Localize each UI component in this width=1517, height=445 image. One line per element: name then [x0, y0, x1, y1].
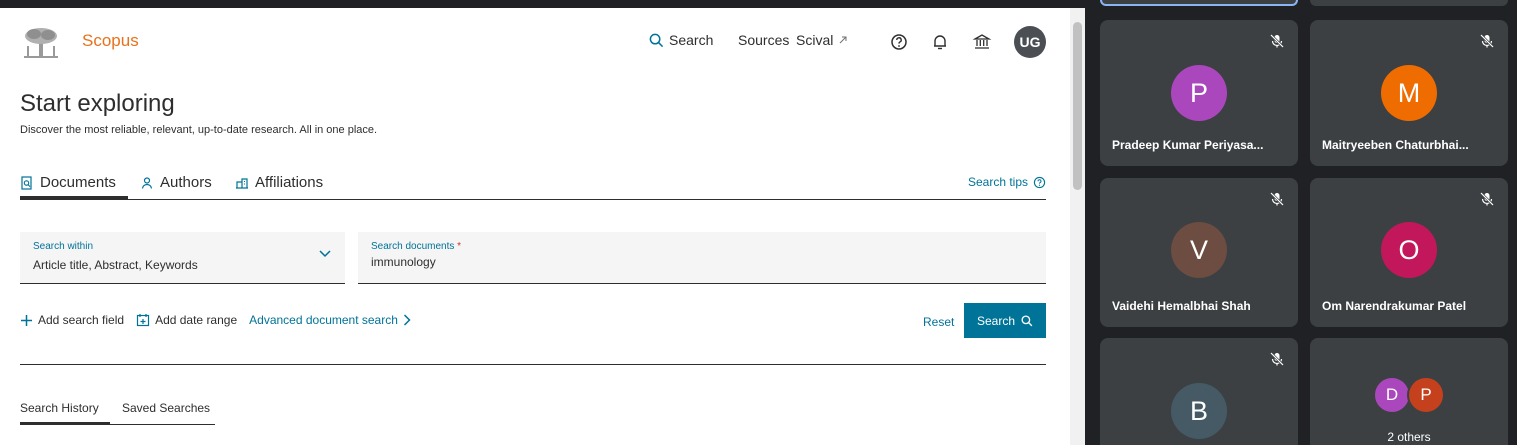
active-history-tab-indicator	[20, 422, 110, 424]
bell-icon[interactable]	[930, 32, 950, 52]
add-date-range-label: Add date range	[155, 313, 238, 327]
elsevier-tree-logo[interactable]	[20, 26, 62, 62]
search-within-select[interactable]: Search within Article title, Abstract, K…	[20, 232, 345, 284]
nav-search[interactable]: Search	[649, 32, 713, 48]
participant-tile[interactable]: B	[1100, 338, 1298, 445]
institution-icon[interactable]	[972, 32, 992, 52]
others-count-label: 2 others	[1387, 430, 1431, 444]
mic-off-icon	[1270, 192, 1284, 206]
search-documents-input[interactable]: Search documents * immunology	[358, 232, 1046, 284]
participant-tile[interactable]: P Pradeep Kumar Periyasa...	[1100, 20, 1298, 166]
active-tab-indicator	[20, 196, 128, 199]
person-icon	[141, 176, 153, 189]
participant-tile[interactable]: O Om Narendrakumar Patel	[1310, 178, 1508, 327]
mic-off-icon	[1270, 34, 1284, 48]
help-circle-icon	[1033, 176, 1046, 188]
tab-search-history[interactable]: Search History	[20, 401, 99, 415]
participant-avatar: P	[1171, 65, 1227, 121]
search-icon	[1021, 314, 1033, 326]
search-tips-link[interactable]: Search tips	[968, 175, 1046, 189]
chevron-down-icon	[319, 250, 331, 258]
scrollbar-thumb[interactable]	[1073, 22, 1082, 190]
search-actions: Add search field Add date range Advanced…	[20, 313, 423, 327]
tab-affiliations-label: Affiliations	[255, 174, 324, 191]
external-link-icon	[840, 36, 847, 44]
building-icon	[236, 177, 248, 189]
search-documents-label-text: Search documents	[371, 241, 455, 252]
search-documents-value[interactable]: immunology	[371, 255, 436, 269]
participant-tile[interactable]: M Maitryeeben Chaturbhai...	[1310, 20, 1508, 166]
user-avatar[interactable]: UG	[1014, 26, 1046, 58]
participant-name: Pradeep Kumar Periyasa...	[1112, 138, 1264, 152]
other-participant-avatar: D	[1373, 376, 1411, 414]
participant-avatar: O	[1381, 222, 1437, 278]
advanced-search-label: Advanced document search	[249, 313, 398, 327]
page-title: Start exploring	[20, 90, 175, 117]
participant-tile-partial	[1310, 0, 1508, 6]
mic-off-icon	[1480, 34, 1494, 48]
tab-authors[interactable]: Authors	[140, 174, 212, 191]
tab-authors-label: Authors	[160, 174, 212, 191]
nav-sources-label: Sources	[738, 32, 790, 48]
mic-off-icon	[1270, 352, 1284, 366]
search-icon	[649, 33, 664, 47]
search-documents-label: Search documents *	[371, 241, 461, 252]
chevron-right-icon	[403, 314, 411, 326]
section-divider	[20, 364, 1046, 365]
tab-saved-searches[interactable]: Saved Searches	[122, 401, 210, 415]
advanced-search-link[interactable]: Advanced document search	[249, 313, 411, 327]
add-date-range-button[interactable]: Add date range	[136, 313, 237, 327]
participant-avatar: B	[1171, 383, 1227, 439]
reset-button[interactable]: Reset	[923, 315, 954, 329]
nav-scival[interactable]: Scival	[796, 32, 848, 48]
others-tile[interactable]: D P 2 others	[1310, 338, 1508, 445]
history-tabs: Search History Saved Searches	[20, 401, 215, 425]
document-search-icon	[21, 175, 32, 190]
tab-affiliations[interactable]: Affiliations	[235, 174, 323, 191]
add-search-field-button[interactable]: Add search field	[20, 313, 124, 327]
tab-documents[interactable]: Documents	[20, 174, 116, 191]
participant-avatar: V	[1171, 222, 1227, 278]
nav-search-label: Search	[669, 32, 714, 48]
scopus-page: Scopus Search Sources Scival UG Start ex…	[0, 8, 1070, 445]
page-subtitle: Discover the most reliable, relevant, up…	[20, 124, 378, 136]
participant-name: Maitryeeben Chaturbhai...	[1322, 138, 1469, 152]
help-icon[interactable]	[889, 32, 909, 52]
other-participant-avatar: P	[1407, 376, 1445, 414]
calendar-plus-icon	[136, 314, 150, 327]
search-button[interactable]: Search	[964, 303, 1046, 338]
search-tips-label: Search tips	[967, 175, 1028, 189]
participant-name: Om Narendrakumar Patel	[1322, 299, 1467, 313]
search-button-label: Search	[976, 313, 1016, 328]
nav-sources[interactable]: Sources	[738, 32, 789, 48]
search-within-label: Search within	[33, 241, 94, 252]
tab-documents-label: Documents	[40, 174, 116, 191]
participant-tile-partial	[1100, 0, 1298, 6]
window-top-strip	[0, 0, 1085, 8]
brand-name[interactable]: Scopus	[82, 31, 139, 51]
search-within-value: Article title, Abstract, Keywords	[33, 258, 198, 272]
participant-tile[interactable]: V Vaidehi Hemalbhai Shah	[1100, 178, 1298, 327]
search-type-tabs: Documents Authors Affiliations Search ti…	[20, 166, 1046, 200]
participant-name: Vaidehi Hemalbhai Shah	[1112, 299, 1251, 313]
add-search-field-label: Add search field	[38, 313, 125, 327]
required-mark: *	[457, 241, 462, 252]
plus-icon	[21, 314, 32, 326]
page-scrollbar[interactable]	[1070, 8, 1085, 445]
participant-avatar: M	[1381, 65, 1437, 121]
nav-scival-label: Scival	[796, 32, 834, 48]
mic-off-icon	[1480, 192, 1494, 206]
